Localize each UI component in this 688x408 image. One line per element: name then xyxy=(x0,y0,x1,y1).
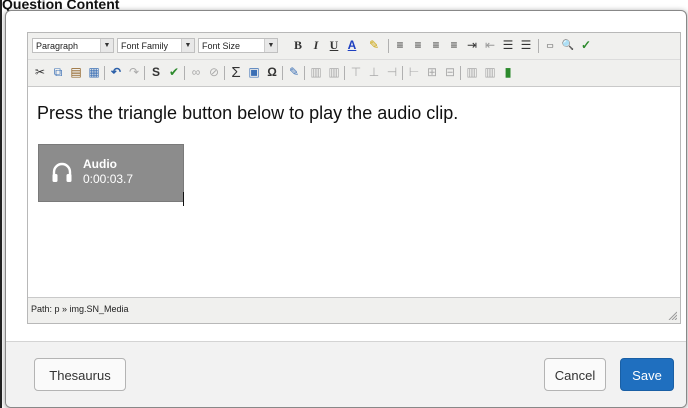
insert-row-after-icon[interactable]: ⊥ xyxy=(366,64,382,81)
spell-check-icon[interactable]: ✓ xyxy=(578,37,594,54)
toolbar-separator xyxy=(344,66,345,80)
media-icon[interactable]: ▮ xyxy=(500,64,516,81)
paragraph-select[interactable]: Paragraph ▼ xyxy=(32,38,114,53)
image-icon[interactable]: ▣ xyxy=(246,64,262,81)
status-bar: Path: p » img.SN_Media xyxy=(28,297,680,323)
thesaurus-button[interactable]: Thesaurus xyxy=(34,358,126,391)
toolbar-separator xyxy=(282,66,283,80)
font-family-select-value: Font Family xyxy=(121,41,169,51)
cleanup-icon[interactable]: ✔ xyxy=(166,64,182,81)
paste-word-icon[interactable]: ▦ xyxy=(86,64,102,81)
bold-icon[interactable]: B xyxy=(290,37,306,54)
toolbar-separator xyxy=(538,39,539,53)
toolbar-separator xyxy=(304,66,305,80)
text-color-icon[interactable]: A xyxy=(344,37,360,54)
insert-col-after-icon[interactable]: ⊢ xyxy=(406,64,422,81)
unlink-icon[interactable]: ⊘ xyxy=(206,64,222,81)
cancel-button[interactable]: Cancel xyxy=(544,358,606,391)
align-center-icon[interactable]: ≡ xyxy=(410,37,426,54)
spellchecker-icon[interactable]: S xyxy=(148,64,164,81)
chevron-down-icon: ▼ xyxy=(181,39,194,52)
paragraph-select-value: Paragraph xyxy=(36,41,79,51)
toolbar-separator xyxy=(184,66,185,80)
toolbar-separator xyxy=(388,39,389,53)
font-family-select[interactable]: Font Family ▼ xyxy=(117,38,195,53)
toolbar-row-1: Paragraph ▼ Font Family ▼ Font Size ▼ B … xyxy=(28,33,680,60)
headphones-icon xyxy=(52,162,72,182)
element-path: Path: p » img.SN_Media xyxy=(31,304,129,314)
text-caret xyxy=(183,192,184,206)
italic-icon[interactable]: I xyxy=(308,37,324,54)
link-icon[interactable]: ∞ xyxy=(188,64,204,81)
html-source-icon[interactable]: ▭ xyxy=(542,37,558,54)
insert-row-icon[interactable]: ⊤ xyxy=(348,64,364,81)
cut-icon[interactable]: ✂ xyxy=(32,64,48,81)
editor-content-area[interactable]: Press the triangle button below to play … xyxy=(28,87,680,297)
bullet-list-icon[interactable]: ☰ xyxy=(518,37,534,54)
insert-col-icon[interactable]: ⊣ xyxy=(384,64,400,81)
table-icon[interactable]: ▥ xyxy=(308,64,324,81)
align-left-icon[interactable]: ≡ xyxy=(392,37,408,54)
align-right-icon[interactable]: ≡ xyxy=(428,37,444,54)
equation-icon[interactable]: Σ xyxy=(228,64,244,81)
toolbar-separator xyxy=(402,66,403,80)
table-icon[interactable]: ▥ xyxy=(464,64,480,81)
indent-icon[interactable]: ⇥ xyxy=(464,37,480,54)
audio-title: Audio xyxy=(83,157,117,171)
toolbar-separator xyxy=(144,66,145,80)
toolbar-row-2: ✂ ⧉ ▤ ▦ ↶ ↷ S ✔ ∞ ⊘ Σ ▣ Ω ✎ ▥ ▥ ⊤ ⊥ ⊣ ⊢ … xyxy=(28,60,680,87)
background-edge xyxy=(0,0,2,408)
font-size-select[interactable]: Font Size ▼ xyxy=(198,38,278,53)
rich-text-editor: Paragraph ▼ Font Family ▼ Font Size ▼ B … xyxy=(27,32,681,324)
highlight-color-icon[interactable]: ✎ xyxy=(366,37,382,54)
toolbar-separator xyxy=(460,66,461,80)
question-text: Press the triangle button below to play … xyxy=(37,103,459,123)
redo-icon[interactable]: ↷ xyxy=(126,64,142,81)
underline-icon[interactable]: U xyxy=(326,37,342,54)
save-button[interactable]: Save xyxy=(620,358,674,391)
outdent-icon[interactable]: ⇤ xyxy=(482,37,498,54)
paste-icon[interactable]: ▤ xyxy=(68,64,84,81)
toolbar-separator xyxy=(104,66,105,80)
split-cells-icon[interactable]: ⊟ xyxy=(442,64,458,81)
chevron-down-icon: ▼ xyxy=(100,39,113,52)
ordered-list-icon[interactable]: ☰ xyxy=(500,37,516,54)
table-props-icon[interactable]: ▥ xyxy=(482,64,498,81)
audio-media-embed[interactable]: Audio 0:00:03.7 xyxy=(38,144,184,202)
find-replace-icon[interactable]: 🔍 xyxy=(560,37,576,54)
align-justify-icon[interactable]: ≡ xyxy=(446,37,462,54)
table-props-icon[interactable]: ▥ xyxy=(326,64,342,81)
font-size-select-value: Font Size xyxy=(202,41,241,51)
resize-grip-icon[interactable] xyxy=(668,311,677,320)
dialog: Paragraph ▼ Font Family ▼ Font Size ▼ B … xyxy=(5,10,687,408)
edit-icon[interactable]: ✎ xyxy=(286,64,302,81)
undo-icon[interactable]: ↶ xyxy=(108,64,124,81)
audio-duration: 0:00:03.7 xyxy=(83,172,134,186)
copy-icon[interactable]: ⧉ xyxy=(50,64,66,81)
merge-cells-icon[interactable]: ⊞ xyxy=(424,64,440,81)
chevron-down-icon: ▼ xyxy=(264,39,277,52)
dialog-footer: Thesaurus Cancel Save xyxy=(6,341,686,407)
special-char-icon[interactable]: Ω xyxy=(264,64,280,81)
toolbar-separator xyxy=(224,66,225,80)
